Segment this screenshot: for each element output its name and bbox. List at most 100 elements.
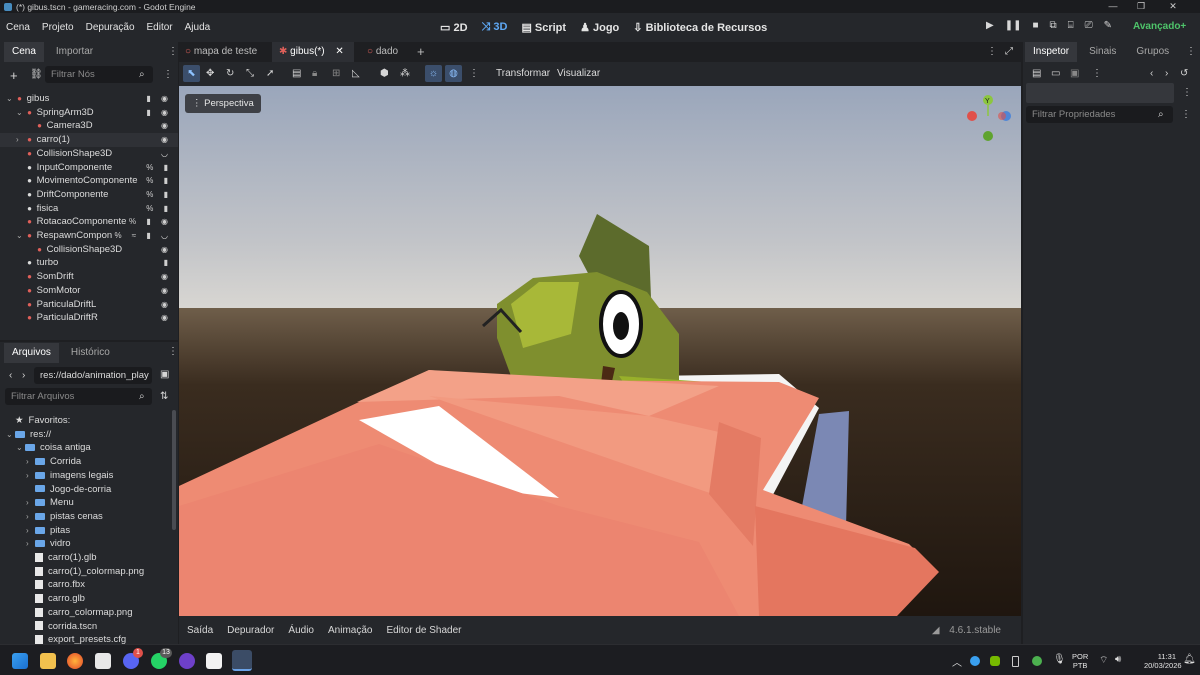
file-item[interactable]: ⌄ res:// [0, 428, 172, 442]
object-menu-icon[interactable]: ⋮ [1182, 87, 1192, 98]
scene-node[interactable]: › ● carro(1) ◉ [0, 133, 178, 147]
node-status-icons[interactable]: ◉ [161, 284, 172, 298]
scene-node[interactable]: ● ParticulaDriftR ◉ [0, 311, 178, 325]
expand-arrow-icon[interactable]: ⌄ [6, 428, 15, 442]
expand-arrow-icon[interactable]: › [26, 537, 35, 551]
file-item[interactable]: Jogo-de-corria [0, 483, 172, 497]
file-item[interactable]: › Menu [0, 496, 172, 510]
scene-node[interactable]: ● SomMotor ◉ [0, 284, 178, 298]
pause-icon[interactable]: ❚❚ [1005, 20, 1022, 31]
forward-icon[interactable]: › [1165, 68, 1168, 79]
node-status-icons[interactable]: % ▮ [146, 174, 172, 188]
tray-chevron-icon[interactable]: ︿ [952, 654, 962, 669]
menu-dots-icon[interactable]: ⋮ [987, 46, 997, 57]
link-icon[interactable]: ⛓ [30, 69, 43, 80]
gizmo-neg-y[interactable] [983, 131, 993, 141]
node-status-icons[interactable]: ◡ [161, 147, 172, 161]
menu-ajuda[interactable]: Ajuda [179, 22, 217, 33]
file-explorer-icon[interactable] [40, 653, 56, 669]
node-status-icons[interactable]: ◉ [161, 311, 172, 325]
move-tool-icon[interactable]: ✥ [206, 68, 214, 79]
expand-arrow-icon[interactable]: ⌄ [16, 441, 25, 455]
perspective-button[interactable]: ⋮ Perspectiva [185, 94, 261, 113]
mode-2d[interactable]: ▭ 2D [440, 21, 468, 34]
back-icon[interactable]: ‹ [1150, 68, 1153, 79]
expand-arrow-icon[interactable]: ⌄ [16, 229, 25, 243]
tab-editor-de-shader[interactable]: Editor de Shader [379, 625, 468, 636]
node-status-icons[interactable]: ◉ [161, 243, 172, 257]
close-button[interactable]: ✕ [1160, 0, 1186, 13]
gizmo-neg-x[interactable] [998, 112, 1006, 120]
node-status-icons[interactable]: ▮ [164, 256, 172, 270]
tab-historico[interactable]: Histórico [59, 343, 118, 363]
menu-cena[interactable]: Cena [0, 22, 36, 33]
remote-debug-icon[interactable]: ⧉ [1050, 20, 1057, 31]
document-icon[interactable] [206, 653, 222, 669]
node-filter-input[interactable]: Filtrar Nós [45, 66, 153, 83]
scene-node[interactable]: ● ParticulaDriftL ◉ [0, 298, 178, 312]
scene-node[interactable]: ⌄ ● SpringArm3D ▮ ◉ [0, 106, 178, 120]
transform-menu[interactable]: Transformar [496, 68, 550, 79]
scrollbar[interactable] [172, 410, 176, 530]
scene-node[interactable]: ● CollisionShape3D ◡ [0, 147, 178, 161]
maximize-button[interactable]: ❐ [1128, 0, 1154, 13]
expand-arrow-icon[interactable]: › [26, 496, 35, 510]
add-node-icon[interactable]: + [10, 68, 18, 83]
tab-grupos[interactable]: Grupos [1124, 42, 1177, 62]
split-view-icon[interactable]: ▣ [160, 369, 169, 380]
movie-icon[interactable]: ⌸ [1068, 20, 1074, 31]
property-options-icon[interactable]: ⋮ [1181, 109, 1191, 120]
wifi-icon[interactable]: ⌔ [1099, 654, 1108, 667]
scene-node[interactable]: ● turbo ▮ [0, 256, 178, 270]
github-icon[interactable] [179, 653, 195, 669]
node-status-icons[interactable]: ◉ [161, 133, 172, 147]
node-status-icons[interactable]: ▮ ◉ [146, 92, 172, 106]
gizmo-x-axis[interactable] [967, 111, 977, 121]
scene-node[interactable]: ● MovimentoComponente % ▮ [0, 174, 178, 188]
node-status-icons[interactable]: ▮ ◉ [146, 106, 172, 120]
view-menu[interactable]: Visualizar [557, 68, 600, 79]
tab-importar[interactable]: Importar [44, 42, 101, 62]
tab-dado[interactable]: ○ dado [367, 46, 398, 57]
file-item[interactable]: › vidro [0, 537, 172, 551]
node-status-icons[interactable]: % ≈ ▮ ◡ [114, 229, 172, 243]
tab-arquivos[interactable]: Arquivos [4, 343, 59, 363]
expand-arrow-icon[interactable]: ⌄ [16, 106, 25, 120]
battery-icon[interactable] [1012, 656, 1019, 667]
local-space-icon[interactable]: ⬢ [380, 68, 389, 79]
forward-icon[interactable]: › [22, 370, 25, 381]
menu-dots-icon[interactable]: ⋮ [469, 68, 479, 79]
expand-arrow-icon[interactable]: › [26, 524, 35, 538]
node-status-icons[interactable]: % ▮ [146, 161, 172, 175]
scale-tool-icon[interactable]: ⤡ [246, 68, 254, 79]
property-filter-input[interactable]: Filtrar Propriedades [1026, 106, 1173, 123]
list-select-icon[interactable]: ➚ [266, 68, 274, 79]
file-filter-input[interactable]: Filtrar Arquivos [5, 388, 152, 405]
options-dots-icon[interactable]: ⋮ [163, 69, 173, 80]
file-item[interactable]: carro_colormap.png [0, 606, 172, 620]
clock[interactable]: 11:31 20/03/2026 [1144, 652, 1182, 670]
tab-animacao[interactable]: Animação [321, 625, 379, 636]
microphone-icon[interactable]: 🎙︎ [1053, 654, 1066, 665]
nvidia-icon[interactable] [990, 656, 1000, 666]
ruler-icon[interactable]: ▤ [292, 68, 301, 79]
file-item[interactable]: › imagens legais [0, 469, 172, 483]
expand-arrow-icon[interactable]: ⌄ [6, 92, 15, 106]
tab-depurador[interactable]: Depurador [220, 625, 281, 636]
distraction-free-icon[interactable]: ⤢ [1005, 46, 1013, 57]
history-icon[interactable]: ↺ [1180, 68, 1188, 79]
tab-audio[interactable]: Áudio [281, 625, 321, 636]
file-item[interactable]: › pitas [0, 524, 172, 538]
expand-arrow-icon[interactable]: › [26, 469, 35, 483]
play-icon[interactable]: ▶ [986, 20, 994, 31]
scene-node[interactable]: ● CollisionShape3D ◉ [0, 243, 178, 257]
tab-saida[interactable]: Saída [179, 625, 220, 636]
rotate-tool-icon[interactable]: ↻ [226, 68, 234, 79]
scene-node[interactable]: ● SomDrift ◉ [0, 270, 178, 284]
godot-taskbar-icon[interactable] [232, 650, 252, 671]
renderer-select[interactable]: Avançado+ [1133, 21, 1186, 32]
menu-depuracao[interactable]: Depuração [80, 22, 141, 33]
file-item[interactable]: › pistas cenas [0, 510, 172, 524]
stop-icon[interactable]: ■ [1032, 20, 1038, 31]
node-status-icons[interactable]: ◉ [161, 119, 172, 133]
